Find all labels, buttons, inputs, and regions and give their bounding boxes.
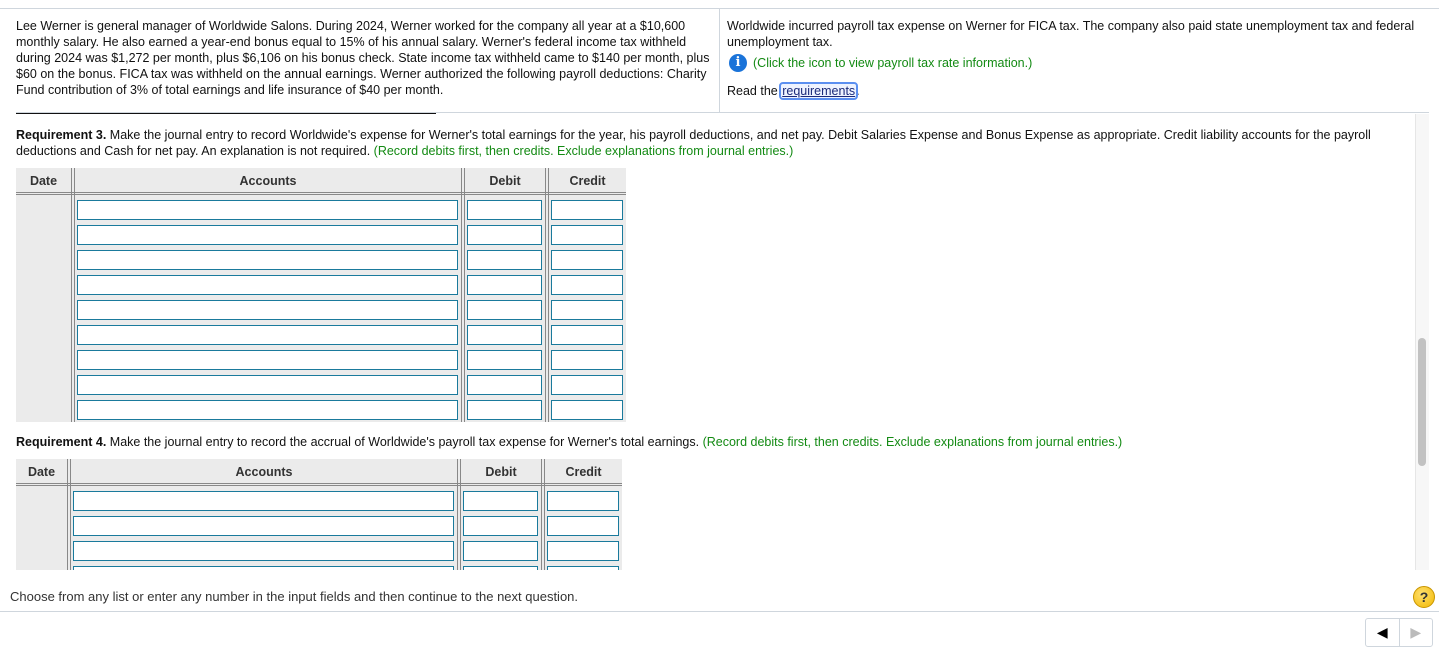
account-input[interactable] (77, 325, 458, 345)
column-divider (545, 168, 549, 422)
column-header-accounts: Accounts (239, 174, 297, 188)
debit-input[interactable] (467, 350, 542, 370)
debit-input[interactable] (467, 250, 542, 270)
account-input[interactable] (77, 375, 458, 395)
account-input[interactable] (77, 200, 458, 220)
read-suffix: . (856, 84, 860, 98)
question-scroll-area: Requirement 3. Make the journal entry to… (0, 114, 1429, 570)
debit-input[interactable] (463, 516, 538, 536)
problem-statement: Lee Werner is general manager of Worldwi… (16, 19, 710, 97)
account-input[interactable] (73, 566, 454, 570)
journal-header: Date Accounts Debit Credit (16, 459, 622, 486)
column-divider (67, 459, 71, 570)
account-input[interactable] (77, 400, 458, 420)
requirement-3-text: Requirement 3. Make the journal entry to… (16, 127, 1406, 159)
column-header-credit: Credit (565, 465, 602, 479)
credit-input[interactable] (551, 400, 623, 420)
scrollbar-thumb[interactable] (1418, 338, 1426, 466)
account-input[interactable] (73, 491, 454, 511)
problem-tax-info: Worldwide incurred payroll tax expense o… (727, 18, 1417, 100)
column-header-debit: Debit (485, 465, 517, 479)
credit-input[interactable] (551, 300, 623, 320)
column-divider (71, 168, 75, 422)
credit-input[interactable] (551, 325, 623, 345)
account-input[interactable] (77, 300, 458, 320)
column-divider (457, 459, 461, 570)
account-input[interactable] (77, 250, 458, 270)
account-input[interactable] (73, 516, 454, 536)
credit-input[interactable] (547, 516, 619, 536)
column-divider (541, 459, 545, 570)
requirement-4-label: Requirement 4. (16, 435, 107, 449)
column-divider (461, 168, 465, 422)
previous-button[interactable]: ◀ (1366, 619, 1400, 646)
column-header-credit: Credit (569, 174, 606, 188)
question-navigation: ◀ ▶ (1365, 618, 1433, 647)
column-header-accounts: Accounts (235, 465, 293, 479)
arrow-right-icon: ▶ (1410, 624, 1422, 640)
debit-input[interactable] (467, 300, 542, 320)
help-icon[interactable]: ? (1413, 586, 1435, 608)
debit-input[interactable] (467, 225, 542, 245)
requirement-3-hint: (Record debits first, then credits. Excl… (373, 144, 794, 158)
column-header-debit: Debit (489, 174, 521, 188)
requirement-4-hint: (Record debits first, then credits. Excl… (702, 435, 1123, 449)
credit-input[interactable] (547, 566, 619, 570)
credit-input[interactable] (547, 541, 619, 561)
debit-input[interactable] (467, 325, 542, 345)
journal-header: Date Accounts Debit Credit (16, 168, 626, 195)
debit-input[interactable] (467, 400, 542, 420)
instruction-message: Choose from any list or enter any number… (10, 589, 579, 604)
credit-input[interactable] (551, 375, 623, 395)
requirements-link[interactable]: requirements (779, 82, 859, 100)
debit-input[interactable] (467, 275, 542, 295)
arrow-left-icon: ◀ (1376, 624, 1388, 640)
debit-input[interactable] (463, 566, 538, 570)
tax-info-text: Worldwide incurred payroll tax expense o… (727, 19, 1415, 49)
credit-input[interactable] (551, 200, 623, 220)
requirement-3-label: Requirement 3. (16, 128, 107, 142)
account-input[interactable] (77, 225, 458, 245)
account-input[interactable] (73, 541, 454, 561)
account-input[interactable] (77, 350, 458, 370)
credit-input[interactable] (551, 225, 623, 245)
next-button[interactable]: ▶ (1400, 619, 1433, 646)
debit-input[interactable] (463, 541, 538, 561)
account-input[interactable] (77, 275, 458, 295)
info-icon[interactable]: i (729, 54, 747, 72)
problem-column-divider (719, 9, 720, 113)
requirement-4-text: Requirement 4. Make the journal entry to… (16, 434, 1406, 450)
credit-input[interactable] (551, 350, 623, 370)
column-header-date: Date (29, 174, 58, 188)
credit-input[interactable] (547, 491, 619, 511)
read-prefix: Read the (727, 84, 782, 98)
journal-table-requirement-4: Date Accounts Debit Credit (16, 459, 622, 570)
read-requirements-line: Read the requirements. (727, 82, 1417, 100)
footer-divider (0, 611, 1439, 612)
tax-rate-info-text: (Click the icon to view payroll tax rate… (753, 56, 1033, 70)
debit-input[interactable] (463, 491, 538, 511)
debit-input[interactable] (467, 375, 542, 395)
credit-input[interactable] (551, 250, 623, 270)
tax-rate-info-line: i (Click the icon to view payroll tax ra… (727, 54, 1417, 72)
credit-input[interactable] (551, 275, 623, 295)
journal-table-requirement-3: Date Accounts Debit Credit (16, 168, 626, 422)
requirement-4-instructions: Make the journal entry to record the acc… (106, 435, 703, 449)
column-header-date: Date (27, 465, 56, 479)
debit-input[interactable] (467, 200, 542, 220)
